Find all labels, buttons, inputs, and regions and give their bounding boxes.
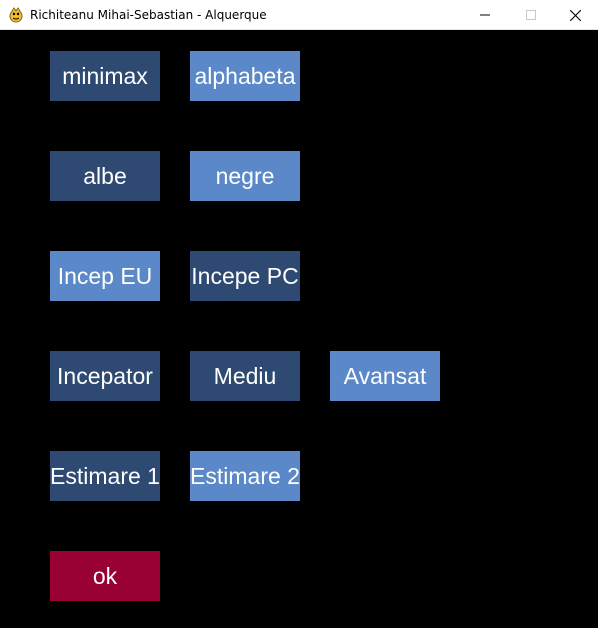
ok-button[interactable]: ok bbox=[50, 551, 160, 601]
mediu-button[interactable]: Mediu bbox=[190, 351, 300, 401]
estimare-1-button[interactable]: Estimare 1 bbox=[50, 451, 160, 501]
incep-eu-button[interactable]: Incep EU bbox=[50, 251, 160, 301]
pygame-snake-icon bbox=[8, 7, 24, 23]
minimax-button[interactable]: minimax bbox=[50, 51, 160, 101]
minimize-button[interactable] bbox=[462, 0, 508, 30]
app-window: Richiteanu Mihai-Sebastian - Alquerque m… bbox=[0, 0, 598, 628]
albe-button[interactable]: albe bbox=[50, 151, 160, 201]
incepe-pc-button[interactable]: Incepe PC bbox=[190, 251, 300, 301]
close-icon bbox=[569, 9, 581, 21]
negre-button[interactable]: negre bbox=[190, 151, 300, 201]
window-title: Richiteanu Mihai-Sebastian - Alquerque bbox=[30, 8, 267, 22]
close-button[interactable] bbox=[552, 0, 598, 30]
minimize-icon bbox=[480, 14, 490, 16]
incepator-button[interactable]: Incepator bbox=[50, 351, 160, 401]
maximize-button[interactable] bbox=[508, 0, 554, 30]
estimare-2-button[interactable]: Estimare 2 bbox=[190, 451, 300, 501]
avansat-button[interactable]: Avansat bbox=[330, 351, 440, 401]
alphabeta-button[interactable]: alphabeta bbox=[190, 51, 300, 101]
maximize-icon bbox=[526, 10, 536, 20]
title-bar[interactable]: Richiteanu Mihai-Sebastian - Alquerque bbox=[0, 0, 598, 30]
game-options-screen: minimax alphabeta albe negre Incep EU In… bbox=[0, 30, 598, 628]
